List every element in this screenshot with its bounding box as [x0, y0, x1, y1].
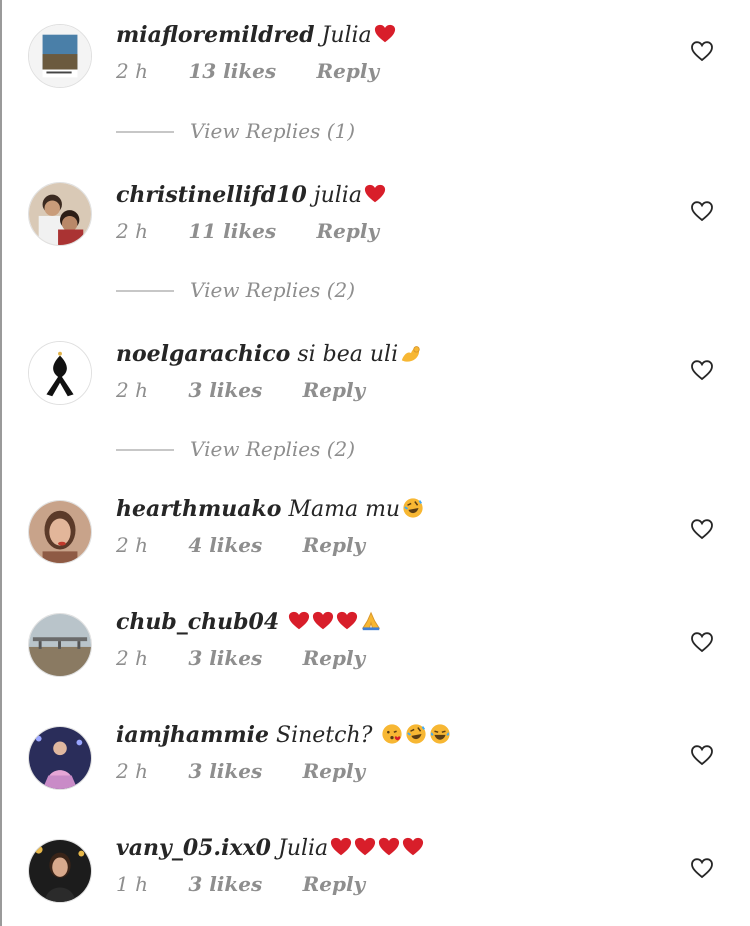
comment-item: christinellifd10 julia 2 h 11 likes Repl…: [0, 180, 750, 270]
comment-meta: 2 h 3 likes Reply: [116, 758, 365, 784]
rolling-laughing-emoji: [405, 723, 427, 745]
comment-item: chub_chub04 2 h 3 likes Reply: [0, 607, 750, 697]
flexed-biceps-emoji: [400, 342, 422, 364]
comment-text: Julia: [321, 23, 372, 48]
comment-text: Mama mu: [288, 497, 401, 522]
reply-button[interactable]: Reply: [317, 219, 380, 243]
avatar[interactable]: [28, 24, 92, 88]
view-replies-label: View Replies (1): [190, 119, 356, 143]
red-heart-emoji: [336, 610, 358, 632]
comment-meta: 2 h 4 likes Reply: [116, 532, 365, 558]
view-replies-line: [116, 131, 174, 133]
comment-text-line: miafloremildred Julia: [116, 20, 396, 51]
heart-outline-icon[interactable]: [690, 40, 714, 62]
red-heart-emoji: [354, 836, 376, 858]
comment-username[interactable]: iamjhammie: [116, 722, 269, 748]
comment-meta: 2 h 11 likes Reply: [116, 218, 379, 244]
view-replies-label: View Replies (2): [190, 278, 356, 302]
red-heart-emoji: [312, 610, 334, 632]
avatar[interactable]: [28, 500, 92, 564]
heart-outline-icon[interactable]: [690, 359, 714, 381]
comment-text: julia: [313, 183, 362, 208]
heart-outline-icon[interactable]: [690, 857, 714, 879]
comment-item: hearthmuako Mama mu 2 h 4 likes Reply: [0, 494, 750, 584]
red-heart-emoji: [378, 836, 400, 858]
heart-outline-icon[interactable]: [690, 200, 714, 222]
view-replies-line: [116, 290, 174, 292]
comment-username[interactable]: christinellifd10: [116, 182, 307, 208]
comment-time: 2 h: [116, 219, 148, 243]
comment-likes[interactable]: 3 likes: [188, 759, 262, 783]
comment-time: 2 h: [116, 533, 148, 557]
comment-username[interactable]: chub_chub04: [116, 609, 279, 635]
reply-button[interactable]: Reply: [303, 533, 366, 557]
comment-text-line: noelgarachico si bea uli: [116, 339, 422, 370]
red-heart-emoji: [374, 23, 396, 45]
tears-of-joy-emoji: [429, 723, 451, 745]
comment-time: 1 h: [116, 872, 148, 896]
red-heart-emoji: [402, 836, 424, 858]
view-replies-label: View Replies (2): [190, 437, 356, 461]
reply-button[interactable]: Reply: [303, 646, 366, 670]
heart-outline-icon[interactable]: [690, 744, 714, 766]
comment-likes[interactable]: 3 likes: [188, 646, 262, 670]
comment-username[interactable]: miafloremildred: [116, 22, 315, 48]
comment-likes[interactable]: 4 likes: [188, 533, 262, 557]
comment-text-line: iamjhammie Sinetch?: [116, 720, 451, 751]
avatar[interactable]: [28, 726, 92, 790]
comment-item: iamjhammie Sinetch? 2 h 3 likes Reply: [0, 720, 750, 810]
comment-time: 2 h: [116, 378, 148, 402]
avatar[interactable]: [28, 839, 92, 903]
comment-likes[interactable]: 11 likes: [188, 219, 276, 243]
comment-text-line: chub_chub04: [116, 607, 382, 638]
comment-time: 2 h: [116, 759, 148, 783]
comment-username[interactable]: noelgarachico: [116, 341, 290, 367]
kissing-face-emoji: [381, 723, 403, 745]
red-heart-emoji: [364, 183, 386, 205]
view-replies-button[interactable]: View Replies (2): [116, 277, 416, 303]
heart-outline-icon[interactable]: [690, 631, 714, 653]
reply-button[interactable]: Reply: [303, 759, 366, 783]
comment-username[interactable]: vany_05.ixx0: [116, 835, 271, 861]
comment-text: Julia: [278, 836, 329, 861]
folded-hands-emoji: [360, 610, 382, 632]
avatar[interactable]: [28, 341, 92, 405]
reply-button[interactable]: Reply: [303, 872, 366, 896]
comment-time: 2 h: [116, 59, 148, 83]
heart-outline-icon[interactable]: [690, 518, 714, 540]
comment-meta: 2 h 3 likes Reply: [116, 377, 365, 403]
comment-time: 2 h: [116, 646, 148, 670]
comment-text-line: christinellifd10 julia: [116, 180, 386, 211]
comment-meta: 1 h 3 likes Reply: [116, 871, 365, 897]
comment-likes[interactable]: 13 likes: [188, 59, 276, 83]
comment-text-line: hearthmuako Mama mu: [116, 494, 424, 525]
comment-meta: 2 h 13 likes Reply: [116, 58, 379, 84]
comment-likes[interactable]: 3 likes: [188, 872, 262, 896]
comment-item: vany_05.ixx0 Julia 1 h 3 likes Reply: [0, 833, 750, 923]
comment-text: Sinetch?: [276, 723, 373, 748]
view-replies-button[interactable]: View Replies (2): [116, 436, 416, 462]
view-replies-line: [116, 449, 174, 451]
reply-button[interactable]: Reply: [317, 59, 380, 83]
red-heart-emoji: [330, 836, 352, 858]
view-replies-button[interactable]: View Replies (1): [116, 118, 416, 144]
comment-text-line: vany_05.ixx0 Julia: [116, 833, 424, 864]
comment-item: miafloremildred Julia 2 h 13 likes Reply: [0, 20, 750, 110]
reply-button[interactable]: Reply: [303, 378, 366, 402]
comment-username[interactable]: hearthmuako: [116, 496, 281, 522]
comment-item: noelgarachico si bea uli 2 h 3 likes Rep…: [0, 339, 750, 429]
avatar[interactable]: [28, 613, 92, 677]
avatar[interactable]: [28, 182, 92, 246]
comment-likes[interactable]: 3 likes: [188, 378, 262, 402]
comment-meta: 2 h 3 likes Reply: [116, 645, 365, 671]
rolling-laughing-emoji: [402, 497, 424, 519]
red-heart-emoji: [288, 610, 310, 632]
comment-text: si bea uli: [297, 342, 399, 367]
